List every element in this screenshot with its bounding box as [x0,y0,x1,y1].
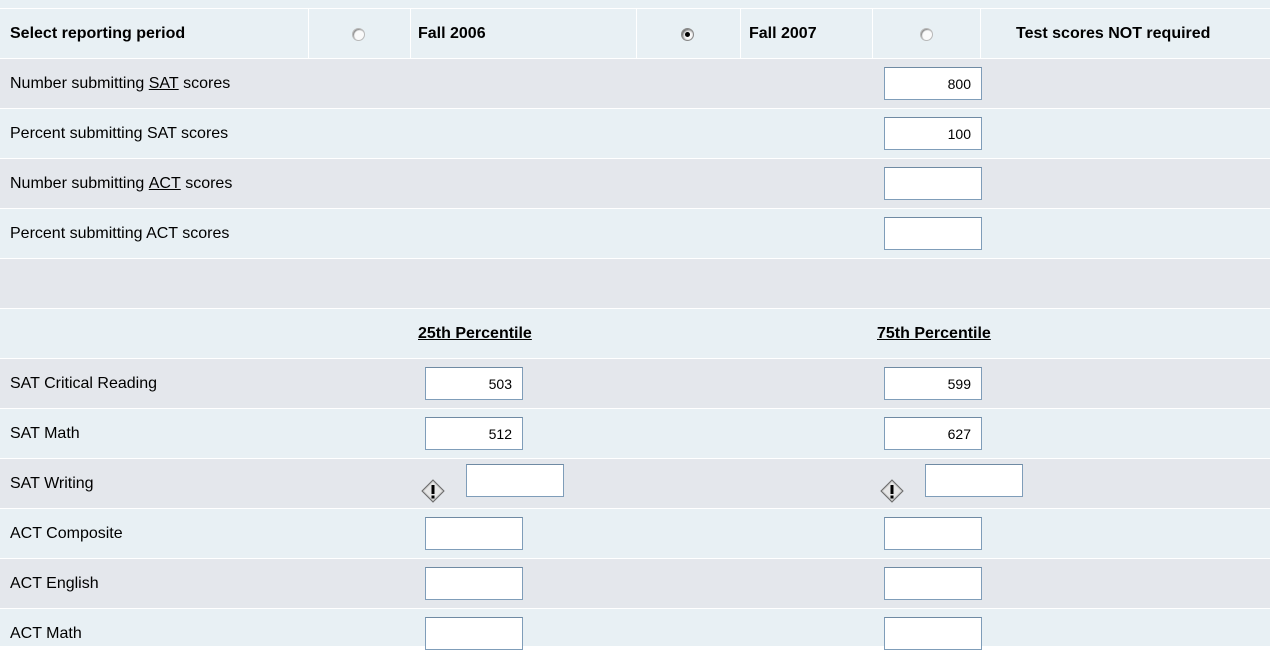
sat-writing-75th-input[interactable] [925,464,1023,497]
table-row: SAT Critical Reading [0,358,1270,408]
number-sat-input[interactable] [884,67,982,100]
top-strip [0,0,1270,8]
option-label-fall-2006: Fall 2006 [418,24,486,42]
table-row: Percent submitting ACT scores [0,208,1270,258]
table-row: SAT Writing [0,458,1270,508]
act-english-25th-input[interactable] [425,567,523,600]
row-label: SAT Critical Reading [10,374,158,392]
number-act-input[interactable] [884,167,982,200]
row-label: Percent submitting ACT scores [10,224,230,242]
spacer-row [0,258,1270,308]
percent-sat-input[interactable] [884,117,982,150]
table-row: Percent submitting SAT scores [0,108,1270,158]
table-row: Number submitting ACT scores [0,158,1270,208]
table-row: ACT Math [0,608,1270,650]
radio-test-scores-not-required[interactable] [920,28,933,41]
header-75th-percentile: 75th Percentile [877,324,991,342]
percent-act-input[interactable] [884,217,982,250]
table-row: Number submitting SAT scores [0,58,1270,108]
sat-critical-reading-25th-input[interactable] [425,367,523,400]
table-row: SAT Math [0,408,1270,458]
row-label: SAT Writing [10,474,94,492]
option-label-not-required: Test scores NOT required [1016,24,1211,42]
reporting-period-row: Select reporting period Fall 2006 Fall 2… [0,8,1270,58]
radio-fall-2006[interactable] [352,28,365,41]
percentile-header-row: 25th Percentile 75th Percentile [0,308,1270,358]
option-label-fall-2007: Fall 2007 [749,24,817,42]
warning-icon[interactable] [880,479,904,503]
sat-math-25th-input[interactable] [425,417,523,450]
row-label: ACT Composite [10,524,123,542]
sat-critical-reading-75th-input[interactable] [884,367,982,400]
table-row: ACT English [0,558,1270,608]
act-math-25th-input[interactable] [425,617,523,650]
row-label: Number submitting ACT scores [10,174,233,193]
act-composite-25th-input[interactable] [425,517,523,550]
row-label: Percent submitting SAT scores [10,124,229,142]
sat-writing-25th-input[interactable] [466,464,564,497]
header-25th-percentile: 25th Percentile [418,324,532,342]
act-english-75th-input[interactable] [884,567,982,600]
sat-link[interactable]: SAT [149,75,179,93]
table-row: ACT Composite [0,508,1270,558]
row-label: ACT Math [10,625,82,642]
sat-math-75th-input[interactable] [884,417,982,450]
row-label: Number submitting SAT scores [10,74,231,93]
act-link[interactable]: ACT [149,175,181,193]
reporting-period-label: Select reporting period [10,24,186,42]
row-label: ACT English [10,574,99,592]
act-math-75th-input[interactable] [884,617,982,650]
warning-icon[interactable] [421,479,445,503]
act-composite-75th-input[interactable] [884,517,982,550]
row-label: SAT Math [10,424,80,442]
radio-fall-2007[interactable] [681,28,694,41]
